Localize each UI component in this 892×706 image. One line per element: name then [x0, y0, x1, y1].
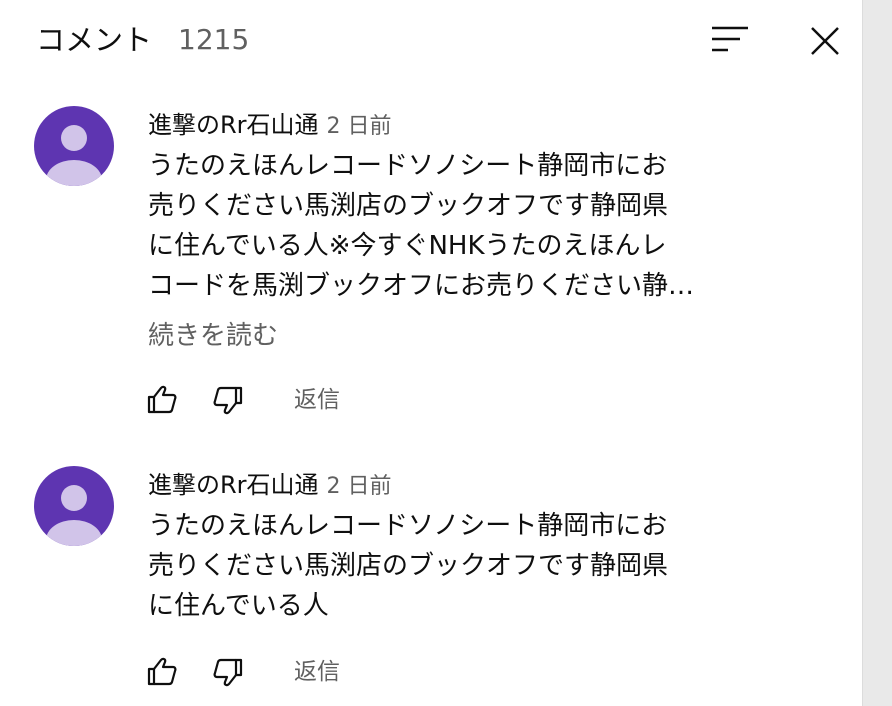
comment-text: うたのえほんレコードソノシート静岡市にお 売りください馬渕店のブックオフです静岡…	[148, 506, 728, 626]
thumbs-up-icon	[147, 385, 177, 414]
thumbs-down-icon	[213, 386, 243, 415]
dislike-button[interactable]	[208, 380, 248, 420]
comment-timestamp[interactable]: 2 日前	[327, 114, 392, 139]
like-button[interactable]	[142, 380, 182, 420]
close-button[interactable]	[800, 16, 850, 66]
thumbs-up-icon	[147, 657, 177, 686]
comment-text-line: に住んでいる人	[148, 591, 329, 621]
avatar[interactable]	[34, 106, 114, 186]
comment-text-line: うたのえほんレコードソノシート静岡市にお	[148, 511, 668, 541]
comment-text-line: コードを馬渕ブックオフにお売りください静…	[148, 271, 695, 301]
avatar[interactable]	[34, 466, 114, 546]
default-avatar-icon	[46, 125, 102, 186]
close-icon	[811, 27, 839, 55]
author-name[interactable]: 進撃のRr石山通	[148, 471, 319, 499]
comments-panel: コメント 1215 進撃のRr石山通 2 日前 うたのえほんレコードソノシート静…	[0, 0, 862, 706]
comment-text: うたのえほんレコードソノシート静岡市にお 売りください馬渕店のブックオフです静岡…	[148, 146, 728, 306]
comment-text-line: 売りください馬渕店のブックオフです静岡県	[148, 551, 669, 581]
scrollbar-track[interactable]	[862, 0, 892, 706]
comments-header: コメント 1215	[0, 0, 862, 80]
sort-button[interactable]	[704, 18, 754, 62]
comment-timestamp[interactable]: 2 日前	[327, 474, 392, 499]
reply-button[interactable]: 返信	[294, 654, 340, 690]
comment-count: 1215	[178, 23, 250, 56]
comment-text-line: に住んでいる人※今すぐNHKうたのえほんレ	[148, 231, 667, 261]
author-line: 進撃のRr石山通 2 日前	[148, 108, 392, 145]
thumbs-down-icon	[213, 658, 243, 687]
comment-text-line: 売りください馬渕店のブックオフです静岡県	[148, 191, 669, 221]
comment-text-line: うたのえほんレコードソノシート静岡市にお	[148, 151, 668, 181]
header-title: コメント	[36, 23, 153, 57]
like-button[interactable]	[142, 652, 182, 692]
read-more-link[interactable]: 続きを読む	[148, 318, 278, 354]
author-line: 進撃のRr石山通 2 日前	[148, 468, 392, 505]
author-name[interactable]: 進撃のRr石山通	[148, 111, 319, 139]
sort-icon	[712, 26, 748, 52]
reply-button[interactable]: 返信	[294, 382, 340, 418]
dislike-button[interactable]	[208, 652, 248, 692]
default-avatar-icon	[46, 485, 102, 546]
